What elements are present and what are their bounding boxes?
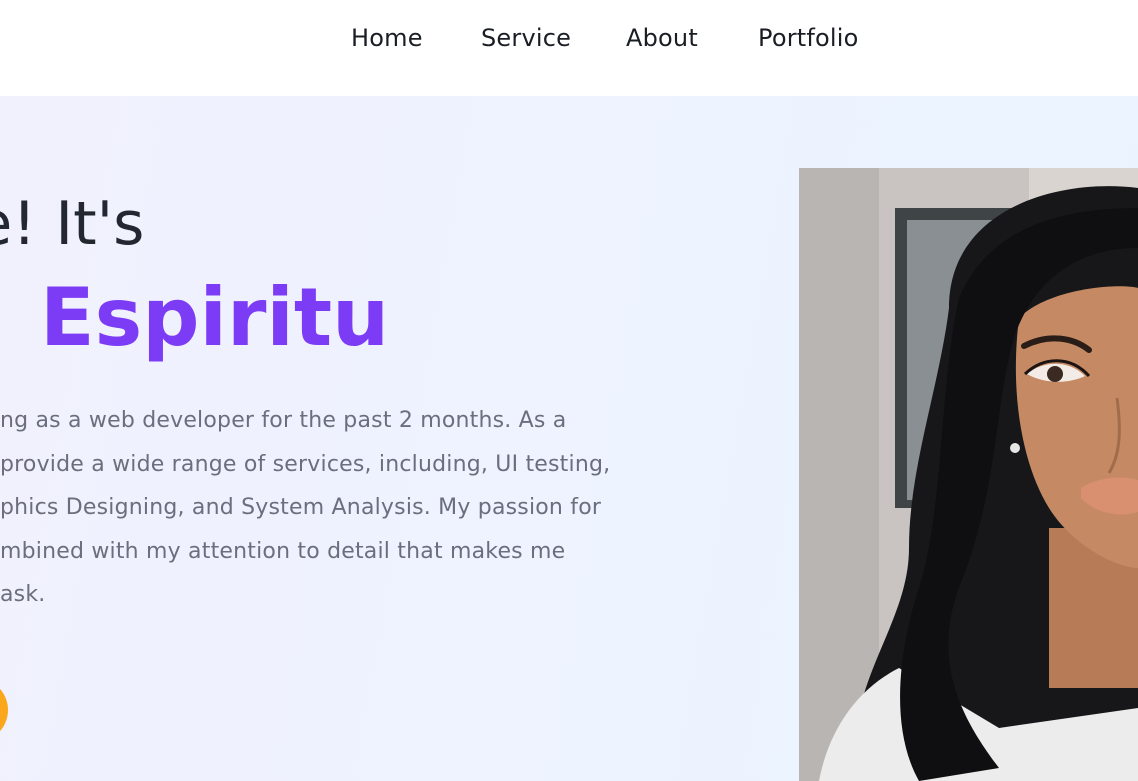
- nav-service-link[interactable]: Service: [481, 24, 571, 52]
- hero-bio: ng as a web developer for the past 2 mon…: [0, 399, 720, 617]
- nav-about-link[interactable]: About: [626, 24, 698, 52]
- top-navbar: Home Service About Portfolio: [0, 0, 1138, 96]
- hero-name: Espiritu: [40, 271, 390, 364]
- hero-greeting: re! It's: [0, 189, 145, 259]
- page: Home Service About Portfolio re! It's Es…: [0, 0, 1138, 781]
- hero-section: re! It's Espiritu ng as a web developer …: [0, 96, 1138, 781]
- nav-portfolio-link[interactable]: Portfolio: [758, 24, 859, 52]
- hero-cta-button[interactable]: [0, 678, 8, 742]
- profile-photo: [799, 168, 1138, 781]
- bio-line: provide a wide range of services, includ…: [0, 451, 611, 477]
- bio-line: ng as a web developer for the past 2 mon…: [0, 408, 567, 433]
- nav-home-link[interactable]: Home: [351, 24, 423, 52]
- bio-line: ask.: [0, 582, 46, 607]
- bio-line: mbined with my attention to detail that …: [0, 538, 566, 564]
- profile-photo-illustration: [799, 168, 1138, 781]
- bio-line: phics Designing, and System Analysis. My…: [0, 495, 602, 520]
